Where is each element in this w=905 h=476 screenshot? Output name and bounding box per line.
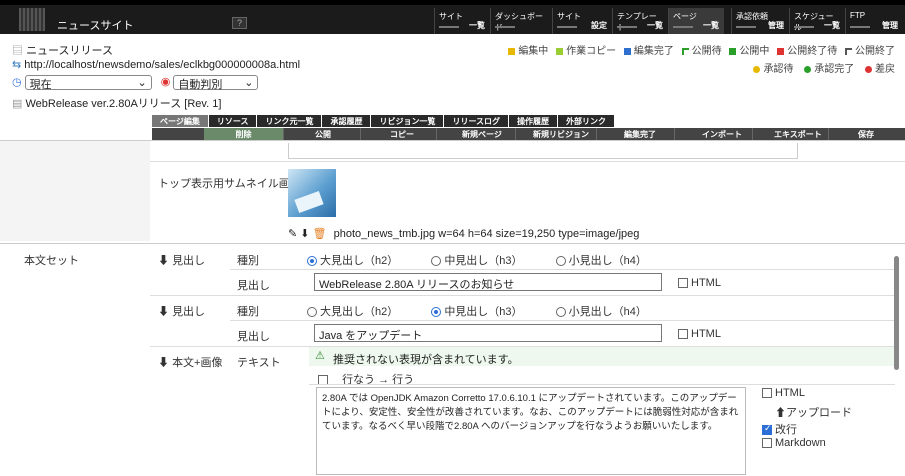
chevron-circle-icon[interactable]: ⬇ [158,357,169,369]
left-strip [0,141,150,241]
chevron-down-icon: ⌄ [137,77,147,89]
tab-page-edit[interactable]: ページ編集 [152,115,208,127]
thumbnail-file-row: ✎ ⬇ 🗑 photo_news_tmb.jpg w=64 h=64 size=… [288,227,639,240]
h1-radio-h2[interactable]: 大見出し（h2） [307,255,398,267]
menu-schedule[interactable]: スケジュール一覧 [789,8,845,34]
page-title-row: ▤ ニュースリリース [12,42,113,58]
document-icon: ▤ [12,98,23,110]
menu-approval[interactable]: 承認依頼 管理 [731,8,789,34]
text-image-section-label: ⬇ 本文+画像 [158,357,223,369]
url-row: ⇆ http://localhost/newsdemo/sales/eclkbg… [12,58,300,71]
tab-link-source[interactable]: リンク元一覧 [257,115,322,127]
edit-icon[interactable]: ✎ [288,228,297,240]
h1-radio-h3[interactable]: 中見出し（h3） [431,255,523,267]
thumbnail-label: トップ表示用サムネイル画像 [158,178,301,190]
thumbnail-image[interactable] [288,169,336,217]
version-select[interactable]: 現在 ⌄ [24,75,152,91]
release-title-row: ▤ WebRelease ver.2.80Aリリース [Rev. 1] [12,95,221,111]
h1-section-label: ⬇ 見出し [158,255,206,267]
menu-page-list[interactable]: ページ 一覧 [668,8,724,34]
export-button[interactable]: エキスポート [754,128,829,140]
publish-button[interactable]: 公開 [285,128,361,140]
scrollbar[interactable] [894,256,899,370]
menu-site-list[interactable]: サイト 一覧 [434,8,490,34]
delete-button[interactable]: 削除 [204,128,284,140]
thumbnail-file: photo_news_tmb.jpg w=64 h=64 size=19,250… [333,228,640,240]
release-title: WebRelease ver.2.80Aリリース [Rev. 1] [25,98,222,110]
markdown-checkbox[interactable]: Markdown [762,437,826,449]
menu-site-settings[interactable]: サイト 設定 [552,8,612,34]
top-bar: ニュースサイト ? サイト一覧 ダッシュボード サイト設定 テンプレート一覧 ペ… [0,0,905,34]
tab-approval-history[interactable]: 承認履歴 [322,115,371,127]
tab-operation-history[interactable]: 操作履歴 [509,115,558,127]
upload-button[interactable]: ⬆アップロード [775,404,852,420]
chevron-down-icon: ⌄ [244,77,254,89]
target-icon: ◉ [160,76,171,89]
new-page-button[interactable]: 新規ページ [438,128,516,140]
menu-template-list[interactable]: テンプレート一覧 [612,8,668,34]
h2-kind-radios: 大見出し（h2） 中見出し（h3） 小見出し（h4） [307,303,897,319]
body-textarea[interactable]: 2.80A では OpenJDK Amazon Corretto 17.0.6.… [316,387,746,475]
text-label: テキスト [237,357,281,369]
h2-radio-h4[interactable]: 小見出し（h4） [555,306,647,318]
text-html-checkbox[interactable]: HTML [762,387,805,399]
h2-heading-input[interactable]: Java をアップデート [314,324,662,342]
edit-area: トップ表示用サムネイル画像 ✎ ⬇ 🗑 photo_news_tmb.jpg w… [0,140,905,475]
site-name[interactable]: ニュースサイト [57,17,133,33]
trash-icon[interactable]: 🗑 [313,228,327,240]
import-button[interactable]: インポート [676,128,753,140]
h1-radio-h4[interactable]: 小見出し（h4） [555,255,647,267]
h1-kind-label: 種別 [237,255,259,267]
h2-heading-label: 見出し [237,331,270,343]
menu-dashboard[interactable]: ダッシュボード [490,8,552,34]
h2-radio-h3[interactable]: 中見出し（h3） [431,306,523,318]
tab-release-log[interactable]: リリースログ [444,115,509,127]
h2-section-label: ⬇ 見出し [158,306,206,318]
copy-button[interactable]: コピー [362,128,437,140]
body-set-label: 本文セット [24,255,79,267]
tab-resource[interactable]: リソース [208,115,257,127]
body-set: 本文セット ⬇ 見出し 種別 大見出し（h2） 中見出し（h3） 小見出し（h4… [0,243,905,476]
clock-icon: ◷ [12,76,22,89]
grid-logo-icon[interactable] [19,8,45,31]
page-icon: ▤ [12,45,23,57]
h1-html-checkbox[interactable]: HTML [678,277,721,289]
judge-select[interactable]: 自動判別 ⌄ [173,75,259,91]
new-revision-button[interactable]: 新規リビジョン [517,128,597,140]
link-icon: ⇆ [12,59,22,71]
h2-radio-h2[interactable]: 大見出し（h2） [307,306,398,318]
tab-bar: ページ編集 リソース リンク元一覧 承認履歴 リビジョン一覧 リリースログ 操作履歴 外部リン… [152,115,615,127]
tab-revision-list[interactable]: リビジョン一覧 [371,115,444,127]
page-title: ニュースリリース [26,45,113,57]
save-button[interactable]: 保存 [830,128,905,140]
tab-external-link[interactable]: 外部リンク [558,115,615,127]
warning-bar: ⚠ 推奨されない表現が含まれています。 [309,347,895,366]
newline-checkbox[interactable]: 改行 [762,421,797,437]
chevron-circle-icon[interactable]: ⬇ [158,255,169,267]
edit-complete-button[interactable]: 編集完了 [598,128,675,140]
help-button[interactable]: ? [232,17,248,29]
approval-legend: 承認待 承認完了 差戻 [745,60,895,75]
h1-heading-label: 見出し [237,280,270,292]
download-icon[interactable]: ⬇ [300,228,309,240]
select-row: ◷ 現在 ⌄ ◉ 自動判別 ⌄ [12,75,259,91]
chevron-circle-icon[interactable]: ⬇ [158,306,169,318]
upper-field[interactable] [288,143,798,159]
status-legend: 編集中 作業コピー 編集完了 公開待 公開中 公開終了待 公開終了 [503,42,895,57]
h2-kind-label: 種別 [237,306,259,318]
page-url[interactable]: http://localhost/newsdemo/sales/eclkbg00… [24,59,300,71]
action-toolbar: 削除 公開 コピー 新規ページ 新規リビジョン 編集完了 インポート エキスポー… [152,128,905,140]
warning-icon: ⚠ [315,350,325,362]
menu-ftp[interactable]: FTP 管理 [845,8,903,34]
h1-kind-radios: 大見出し（h2） 中見出し（h3） 小見出し（h4） [307,252,897,268]
h2-html-checkbox[interactable]: HTML [678,328,721,340]
h1-heading-input[interactable]: WebRelease 2.80A リリースのお知らせ [314,273,662,291]
upload-icon: ⬆ [775,407,786,419]
